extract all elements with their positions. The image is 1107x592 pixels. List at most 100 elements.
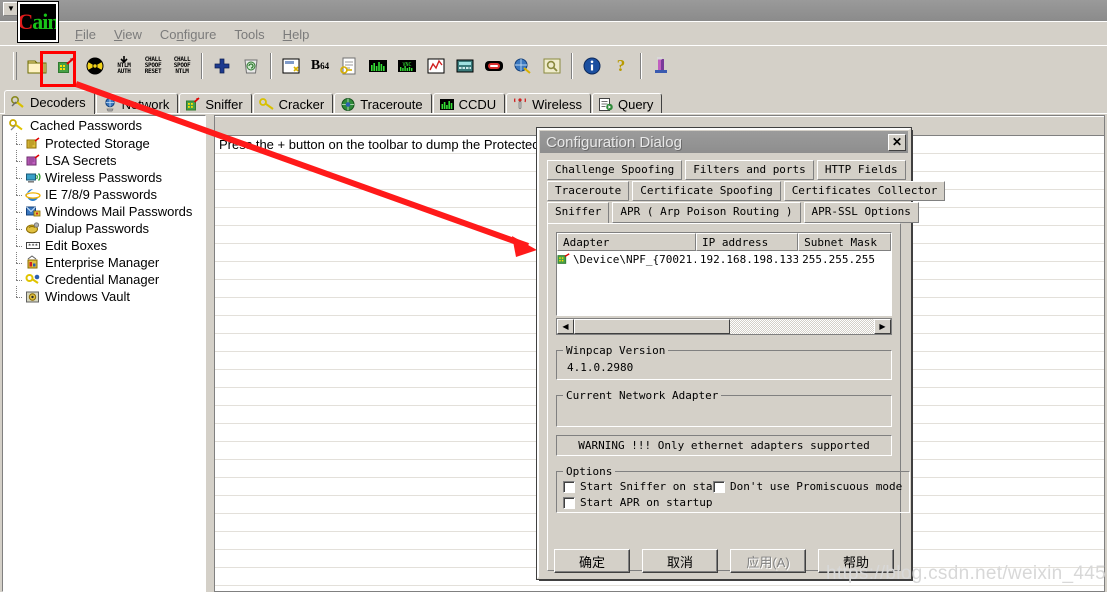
tree-item-edit-boxes[interactable]: *** Edit Boxes <box>3 235 205 254</box>
tab-network[interactable]: Network <box>95 93 179 114</box>
tree-item-wireless-passwords[interactable]: Wireless Passwords <box>3 167 205 186</box>
ethernet-warning-text: WARNING !!! Only ethernet adapters suppo… <box>556 435 892 456</box>
toolbar-grip[interactable] <box>13 51 17 80</box>
checkbox-start-sniffer-on-startup[interactable]: Start Sniffer on startup <box>563 480 713 493</box>
ok-button[interactable]: 确定 <box>554 549 630 573</box>
toolbar-rsa-secureid-button[interactable] <box>335 52 363 80</box>
tree-item-dialup-passwords[interactable]: Dialup Passwords <box>3 218 205 237</box>
menu-view[interactable]: View <box>105 25 151 44</box>
dialog-tab-sniffer[interactable]: Sniffer <box>547 202 610 223</box>
dialog-tabrow-2: Traceroute Certificate Spoofing Certific… <box>547 181 946 201</box>
tree-item-windows-vault[interactable]: Windows Vault <box>3 286 205 305</box>
toolbar-open-folder-button[interactable] <box>23 52 51 80</box>
current-network-adapter-group: Current Network Adapter <box>556 389 892 427</box>
toolbar-remove-from-list-button[interactable] <box>237 52 265 80</box>
toolbar-dialup-password-button[interactable] <box>509 52 537 80</box>
checkbox-box-icon[interactable] <box>563 480 575 493</box>
dialog-tab-apr[interactable]: APR ( Arp Poison Routing ) <box>612 202 801 223</box>
dialog-tab-http-fields[interactable]: HTTP Fields <box>816 160 906 180</box>
tab-cracker[interactable]: Cracker <box>252 93 334 114</box>
menu-tools[interactable]: Tools <box>225 25 273 44</box>
pane-splitter[interactable] <box>206 115 214 592</box>
ccdu-icon <box>439 98 454 110</box>
vnc-decoder-icon: VNC <box>398 59 416 72</box>
toolbar-chall-spoof-ntlm-button[interactable]: CHALL SPOOF NTLM <box>168 52 196 80</box>
checkbox-box-icon[interactable] <box>713 480 725 493</box>
tree-item-enterprise-manager[interactable]: Enterprise Manager <box>3 252 205 271</box>
close-icon[interactable]: ✕ <box>888 133 906 151</box>
tab-decoders[interactable]: Decoders <box>4 90 95 114</box>
tree-label: Credential Manager <box>45 272 160 287</box>
dialog-tab-certificate-spoofing[interactable]: Certificate Spoofing <box>632 181 781 201</box>
network-icon <box>104 97 115 111</box>
toolbar-ntlm-auth-button[interactable]: NTLM AUTH <box>110 52 138 80</box>
toolbar-access-database-button[interactable] <box>422 52 450 80</box>
adapter-listview[interactable]: Adapter IP address Subnet Mask \Device\N… <box>556 232 892 316</box>
main-toolbar: NTLM AUTH CHALL SPOOF RESET CHALL SPOOF NTLM <box>0 45 1107 85</box>
dialog-tab-challenge-spoofing[interactable]: Challenge Spoofing <box>547 160 683 180</box>
dialog-tab-apr-ssl-options[interactable]: APR-SSL Options <box>803 202 919 223</box>
tree-label: Cached Passwords <box>30 118 142 133</box>
info-icon <box>583 57 601 74</box>
toolbar-cisco-type7-button[interactable] <box>364 52 392 80</box>
toolbar-chall-spoof-reset-button[interactable]: CHALL SPOOF RESET <box>139 52 167 80</box>
help-button[interactable]: 帮助 <box>818 549 894 573</box>
checkbox-start-apr-on-startup[interactable]: Start APR on startup <box>563 496 713 509</box>
adapter-name: \Device\NPF_{70021... <box>573 253 696 266</box>
adapter-list-hscrollbar[interactable]: ◀ ▶ <box>556 318 892 335</box>
tab-ccdu[interactable]: CCDU <box>432 93 506 114</box>
toolbar-start-stop-sniffer-button[interactable] <box>52 52 80 80</box>
column-header-ip-address[interactable]: IP address <box>696 233 799 251</box>
tab-query[interactable]: Query <box>591 93 663 114</box>
menu-configure[interactable]: Configure <box>151 25 225 44</box>
tab-sniffer[interactable]: Sniffer <box>179 93 252 114</box>
dialog-tab-certificates-collector[interactable]: Certificates Collector <box>783 181 946 201</box>
main-tabstrip: Decoders Network Sniffer Cracker Tracero… <box>0 90 1107 114</box>
checkbox-box-icon[interactable] <box>563 496 575 509</box>
scroll-left-icon[interactable]: ◀ <box>557 319 574 334</box>
toolbar-network-enumerator-button[interactable] <box>538 52 566 80</box>
system-menu-button[interactable]: ▼ <box>3 2 19 16</box>
toolbar-help-topics-button[interactable]: ? <box>607 52 635 80</box>
tree-item-protected-storage[interactable]: Protected Storage <box>3 133 205 152</box>
hscroll-thumb[interactable] <box>574 319 730 334</box>
sniffer-nic-icon <box>58 56 75 73</box>
hscroll-track[interactable] <box>574 319 874 334</box>
column-header-subnet-mask[interactable]: Subnet Mask <box>798 233 891 251</box>
tab-wireless[interactable]: Wireless <box>506 93 591 114</box>
tree-item-lsa-secrets[interactable]: LSA Secrets <box>3 150 205 169</box>
column-header-adapter[interactable]: Adapter <box>557 233 697 251</box>
toolbar-hash-calculator-button[interactable] <box>277 52 305 80</box>
dialog-tab-filters-and-ports[interactable]: Filters and ports <box>685 160 814 180</box>
toolbar-vnc-password-button[interactable]: VNC <box>393 52 421 80</box>
tab-traceroute[interactable]: Traceroute <box>334 93 432 114</box>
dialog-titlebar[interactable]: Configuration Dialog ✕ <box>540 131 908 153</box>
menu-help[interactable]: Help <box>274 25 319 44</box>
toolbar-about-button[interactable] <box>578 52 606 80</box>
tree-item-windows-mail-passwords[interactable]: Windows Mail Passwords <box>3 201 205 220</box>
toolbar-certificate-collector-button[interactable] <box>647 52 675 80</box>
toolbar-remote-desktop-button[interactable] <box>451 52 479 80</box>
toolbar-add-to-list-button[interactable] <box>208 52 236 80</box>
toolbar-wireless-zero-config-button[interactable] <box>480 52 508 80</box>
tree-item-credential-manager[interactable]: Credential Manager <box>3 269 205 288</box>
options-legend: Options <box>566 465 613 478</box>
adapter-row[interactable]: \Device\NPF_{70021... 192.168.198.133 25… <box>557 251 891 268</box>
tree-label: Enterprise Manager <box>45 255 160 270</box>
tree-label: Windows Mail Passwords <box>45 204 193 219</box>
winpcap-version-value: 4.1.0.2980 <box>567 361 634 374</box>
toolbar-start-stop-apr-button[interactable] <box>81 52 109 80</box>
tab-label: Traceroute <box>360 96 423 112</box>
tree-item-ie-passwords[interactable]: IE 7/8/9 Passwords <box>3 184 205 203</box>
adapter-list-header: Adapter IP address Subnet Mask <box>557 233 891 251</box>
scroll-right-icon[interactable]: ▶ <box>874 319 891 334</box>
tree-item-cached-passwords[interactable]: Cached Passwords <box>3 116 205 135</box>
radiation-hazard-icon <box>86 57 104 74</box>
toolbar-base64-decoder-button[interactable]: B64 <box>306 52 334 80</box>
checkbox-dont-use-promiscuous-mode[interactable]: Don't use Promiscuous mode <box>713 480 903 493</box>
decoders-tree[interactable]: Cached Passwords Protected Storage LSA S… <box>2 115 206 592</box>
cancel-button[interactable]: 取消 <box>642 549 718 573</box>
menu-file[interactable]: File <box>66 25 105 44</box>
app-logo-icon: Cain <box>17 1 59 43</box>
dialog-tab-traceroute[interactable]: Traceroute <box>547 181 630 201</box>
